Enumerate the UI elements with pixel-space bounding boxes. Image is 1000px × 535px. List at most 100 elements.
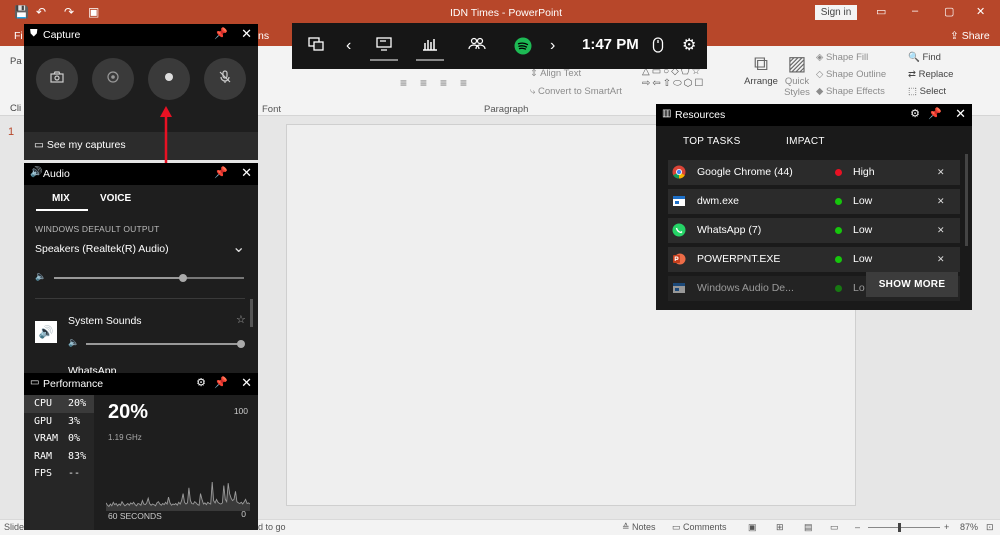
record-icon xyxy=(163,70,175,88)
tab-partial[interactable]: ns xyxy=(258,30,269,42)
options-icon[interactable]: ⚙ xyxy=(910,107,920,120)
normal-view-icon[interactable]: ▣ xyxy=(748,522,757,533)
chevron-down-icon[interactable]: ⌄ xyxy=(232,237,245,257)
zoom-slider-thumb[interactable] xyxy=(898,523,901,532)
save-icon[interactable]: 💾 xyxy=(14,5,29,19)
shape-fill-button[interactable]: ◈ Shape Fill xyxy=(816,52,868,63)
close-window-icon[interactable]: ✕ xyxy=(976,5,985,18)
social-widget-icon[interactable] xyxy=(468,37,486,56)
end-task-icon[interactable]: ✕ xyxy=(937,167,945,178)
replace-button[interactable]: ⇄ Replace xyxy=(908,69,953,80)
show-more-button[interactable]: SHOW MORE xyxy=(866,272,958,297)
chevron-left-icon[interactable]: ‹ xyxy=(346,37,351,55)
end-task-icon[interactable]: ✕ xyxy=(937,196,945,207)
end-task-icon[interactable]: ✕ xyxy=(937,225,945,236)
task-row[interactable]: POWERPNT.EXE Low ✕ xyxy=(668,247,960,272)
widget-menu-icon[interactable] xyxy=(308,37,324,56)
metric-ram[interactable]: RAM 83% xyxy=(24,448,94,466)
task-row[interactable]: WhatsApp (7) Low ✕ xyxy=(668,218,960,243)
sign-in-button[interactable]: Sign in xyxy=(815,5,857,20)
window-title: IDN Times - PowerPoint xyxy=(450,7,563,19)
zoom-level[interactable]: 87% xyxy=(960,522,978,532)
undo-icon[interactable]: ↶ xyxy=(36,5,46,19)
scrollbar[interactable] xyxy=(250,299,253,327)
performance-widget-icon[interactable] xyxy=(416,37,444,61)
column-top-tasks[interactable]: TOP TASKS xyxy=(683,136,741,147)
tab-voice[interactable]: VOICE xyxy=(100,193,131,204)
align-text-button[interactable]: ⇕ Align Text xyxy=(530,68,581,79)
select-button[interactable]: ⬚ Select xyxy=(908,86,946,97)
master-volume-slider[interactable] xyxy=(54,274,244,282)
capture-widget: ⛊ Capture 📌 ✕ ▭ See my captures xyxy=(24,24,258,160)
arrange-button[interactable]: ⧉ Arrange xyxy=(744,52,778,87)
comments-button[interactable]: ▭ Comments xyxy=(672,522,727,533)
task-row[interactable]: Google Chrome (44) High ✕ xyxy=(668,160,960,185)
notes-button[interactable]: ≙ Notes xyxy=(622,522,656,533)
end-task-icon[interactable]: ✕ xyxy=(937,254,945,265)
metric-gpu[interactable]: GPU 3% xyxy=(24,413,94,431)
scrollbar[interactable] xyxy=(965,154,968,246)
convert-smartart-button[interactable]: ⤷ Convert to SmartArt xyxy=(530,86,622,97)
screen: 💾 ↶ ↷ ▣ IDN Times - PowerPoint Sign in ▭… xyxy=(0,0,1000,535)
align-left-icon[interactable]: ≡ xyxy=(400,76,407,90)
zoom-slider[interactable] xyxy=(868,523,940,532)
shape-effects-button[interactable]: ◆ Shape Effects xyxy=(816,86,885,97)
redo-icon[interactable]: ↷ xyxy=(64,5,74,19)
find-button[interactable]: 🔍 Find xyxy=(908,52,941,63)
see-my-captures-button[interactable]: ▭ See my captures xyxy=(24,132,258,160)
metric-fps[interactable]: FPS -- xyxy=(24,465,94,483)
record-last-button[interactable] xyxy=(92,58,134,100)
share-button[interactable]: ⇪ Share xyxy=(950,30,990,42)
tab-file[interactable]: Fi xyxy=(14,30,23,42)
shapes-gallery[interactable]: △▭○◇⬠☆ ⇨⇦⇧⬭⬡☐ xyxy=(642,66,705,90)
task-row[interactable]: dwm.exe Low ✕ xyxy=(668,189,960,214)
reading-view-icon[interactable]: ▤ xyxy=(804,522,813,533)
zoom-in-icon[interactable]: + xyxy=(944,522,949,532)
mouse-icon[interactable] xyxy=(652,37,664,58)
zoom-out-icon[interactable]: – xyxy=(855,522,860,532)
output-device-select[interactable]: Speakers (Realtek(R) Audio) xyxy=(35,243,169,255)
monitor-icon: ▭ xyxy=(30,377,40,388)
bar-chart-icon: ▥ xyxy=(662,108,672,119)
start-recording-button[interactable] xyxy=(148,58,190,100)
pin-icon[interactable]: 📌 xyxy=(214,166,228,179)
metric-cpu[interactable]: CPU 20% xyxy=(24,395,94,413)
system-sounds-volume-slider[interactable] xyxy=(86,340,245,348)
shape-outline-icon: ◇ xyxy=(816,69,826,80)
spotify-icon[interactable] xyxy=(514,37,532,60)
align-center-icon[interactable]: ≡ xyxy=(420,76,427,90)
ribbon-display-icon[interactable]: ▭ xyxy=(876,5,886,18)
align-right-icon[interactable]: ≡ xyxy=(440,76,447,90)
master-volume-thumb[interactable] xyxy=(179,274,187,282)
pin-icon[interactable]: 📌 xyxy=(214,27,228,40)
comments-icon: ▭ xyxy=(672,522,684,532)
metric-vram[interactable]: VRAM 0% xyxy=(24,430,94,448)
slide-number[interactable]: 1 xyxy=(8,126,14,138)
system-sounds-volume-thumb[interactable] xyxy=(237,340,245,348)
shape-outline-button[interactable]: ◇ Shape Outline xyxy=(816,69,886,80)
slideshow-icon[interactable]: ▭ xyxy=(830,522,839,533)
chevron-right-icon[interactable]: › xyxy=(550,37,555,55)
present-icon[interactable]: ▣ xyxy=(88,5,99,19)
fit-slide-icon[interactable]: ⊡ xyxy=(986,522,994,533)
tab-mix[interactable]: MIX xyxy=(52,193,70,204)
options-icon[interactable]: ⚙ xyxy=(196,376,206,389)
pin-icon[interactable]: 📌 xyxy=(214,376,228,389)
mic-toggle-button[interactable] xyxy=(204,58,246,100)
mic-off-icon xyxy=(218,69,232,89)
quick-styles-button[interactable]: ▨ Quick Styles xyxy=(780,52,814,98)
capture-widget-icon[interactable] xyxy=(370,37,398,61)
column-impact[interactable]: IMPACT xyxy=(786,136,825,147)
settings-gear-icon[interactable]: ⚙ xyxy=(682,37,696,55)
close-icon[interactable]: ✕ xyxy=(241,26,252,42)
screenshot-button[interactable] xyxy=(36,58,78,100)
maximize-icon[interactable]: ▢ xyxy=(944,5,954,18)
justify-icon[interactable]: ≡ xyxy=(460,76,467,90)
favorite-star-icon[interactable]: ☆ xyxy=(236,313,246,326)
close-icon[interactable]: ✕ xyxy=(955,106,966,122)
close-icon[interactable]: ✕ xyxy=(241,375,252,391)
slide-sorter-icon[interactable]: ⊞ xyxy=(776,522,784,533)
close-icon[interactable]: ✕ xyxy=(241,165,252,181)
minimize-icon[interactable]: – xyxy=(912,5,918,17)
pin-icon[interactable]: 📌 xyxy=(928,107,942,120)
